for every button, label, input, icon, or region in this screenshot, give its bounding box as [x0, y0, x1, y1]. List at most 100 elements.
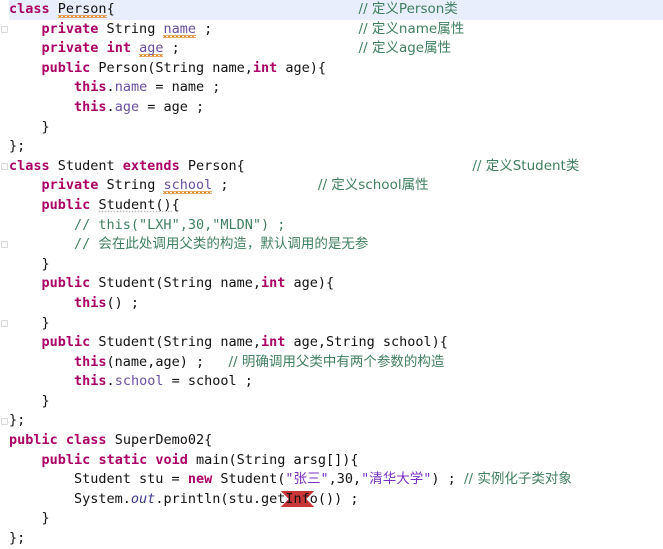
code-token: main(String arsg[]){ — [187, 451, 359, 468]
code-comment: // 实例化子类对象 — [463, 471, 572, 488]
code-line[interactable]: this.name = name ; — [9, 78, 663, 98]
code-line[interactable]: public class SuperDemo02{ — [9, 431, 663, 451]
code-line[interactable]: class Person{ // 定义Person类 — [9, 0, 663, 20]
code-content[interactable]: class Person{ // 定义Person类 private Strin… — [9, 0, 663, 549]
code-token: Person — [57, 1, 107, 17]
code-token: this — [74, 353, 107, 370]
code-token: SuperDemo02{ — [106, 432, 213, 449]
code-comment: // 定义school属性 — [317, 177, 429, 194]
code-line[interactable]: public Student(String name,int age,Strin… — [9, 333, 663, 353]
code-line[interactable]: } — [9, 314, 663, 334]
code-token: 会在此处调用父类的构造，默认调用的是无参 — [98, 236, 369, 253]
code-token: } — [9, 118, 50, 135]
code-line[interactable]: public Person(String name,int age){ — [9, 59, 663, 79]
fold-marker-icon[interactable] — [1, 162, 8, 170]
code-token: "清华大学" — [361, 471, 432, 488]
code-line[interactable]: // this("LXH",30,"MLDN") ; — [9, 216, 663, 236]
code-token: (name,age) ; — [106, 353, 205, 370]
fold-marker-icon[interactable] — [1, 241, 8, 249]
code-line[interactable]: } — [9, 118, 663, 138]
code-token: }; — [9, 138, 26, 155]
code-token: ; — [212, 177, 229, 194]
code-line[interactable]: private int age ; // 定义age属性 — [9, 39, 663, 59]
code-token: getInfo() — [260, 490, 335, 507]
code-line[interactable]: Student stu = new Student("张三",30,"清华大学"… — [9, 470, 663, 490]
code-token: . — [106, 98, 115, 115]
code-line[interactable]: } — [9, 509, 663, 529]
code-line[interactable]: this.age = age ; — [9, 98, 663, 118]
code-token: age — [139, 40, 164, 57]
code-token: school — [163, 177, 213, 194]
code-line[interactable]: this(name,age) ; // 明确调用父类中有两个参数的构造 — [9, 353, 663, 373]
code-token: void — [155, 451, 188, 468]
code-token: age — [114, 98, 140, 115]
code-token: class — [9, 1, 50, 17]
code-token: . — [106, 79, 115, 96]
code-token: ; — [163, 40, 180, 57]
code-token: ; — [195, 20, 213, 37]
code-line[interactable]: this() ; — [9, 294, 663, 314]
code-token: String — [98, 20, 164, 37]
code-token: class — [9, 157, 50, 174]
code-token: = age ; — [139, 98, 205, 115]
code-line[interactable]: this.school = school ; — [9, 372, 663, 392]
code-token: int — [106, 40, 131, 57]
code-token: public — [41, 275, 91, 292]
code-token: age){ — [285, 275, 335, 292]
code-token: "张三" — [285, 471, 329, 488]
editor-gutter[interactable] — [0, 0, 9, 539]
code-line[interactable]: class Student extends Person{ // 定义Stude… — [9, 157, 663, 177]
code-token: = name ; — [147, 79, 221, 96]
code-line[interactable]: } — [9, 255, 663, 275]
code-token: } — [9, 255, 50, 272]
code-token: class — [65, 432, 107, 449]
code-editor[interactable]: class Person{ // 定义Person类 private Strin… — [0, 0, 663, 546]
code-token: Student( — [212, 471, 286, 488]
fold-marker-icon[interactable] — [1, 25, 8, 33]
code-token: // this("LXH",30,"MLDN") ; — [74, 216, 286, 233]
code-token: ,30, — [328, 471, 362, 488]
code-token: { — [171, 196, 180, 213]
code-token: // — [74, 236, 99, 253]
code-token: public — [9, 432, 58, 449]
code-token: () ; — [106, 294, 140, 311]
code-line[interactable]: public Student(String name,int age){ — [9, 274, 663, 294]
code-spacer — [212, 21, 358, 37]
fold-marker-icon[interactable] — [1, 417, 8, 425]
code-line[interactable]: private String school ; // 定义school属性 — [9, 176, 663, 196]
code-spacer — [245, 158, 473, 174]
code-line[interactable]: public Student(){ — [9, 196, 663, 216]
code-token: this — [74, 294, 107, 311]
code-token: } — [9, 314, 50, 331]
code-token: this — [74, 98, 107, 115]
code-line[interactable]: System.out.println(stu.getInfo()) ; — [9, 490, 663, 510]
code-token: name — [114, 79, 148, 96]
code-token: } — [9, 392, 50, 409]
fold-marker-icon[interactable] — [1, 319, 8, 327]
code-token: . — [106, 373, 115, 390]
code-line[interactable]: private String name ; // 定义name属性 — [9, 20, 663, 40]
code-spacer — [204, 354, 228, 370]
code-line[interactable]: } — [9, 392, 663, 412]
code-line[interactable]: public static void main(String arsg[]){ — [9, 451, 663, 471]
code-token: out — [130, 490, 156, 507]
code-spacer — [115, 1, 359, 17]
code-line[interactable]: }; — [9, 137, 663, 157]
code-token: age){ — [277, 59, 327, 76]
code-token: age,String school){ — [285, 334, 448, 351]
code-token: public — [41, 451, 91, 468]
code-line[interactable]: // 会在此处调用父类的构造，默认调用的是无参 — [9, 235, 663, 255]
code-line[interactable]: }; — [9, 411, 663, 431]
code-token: Student stu = — [9, 471, 188, 488]
